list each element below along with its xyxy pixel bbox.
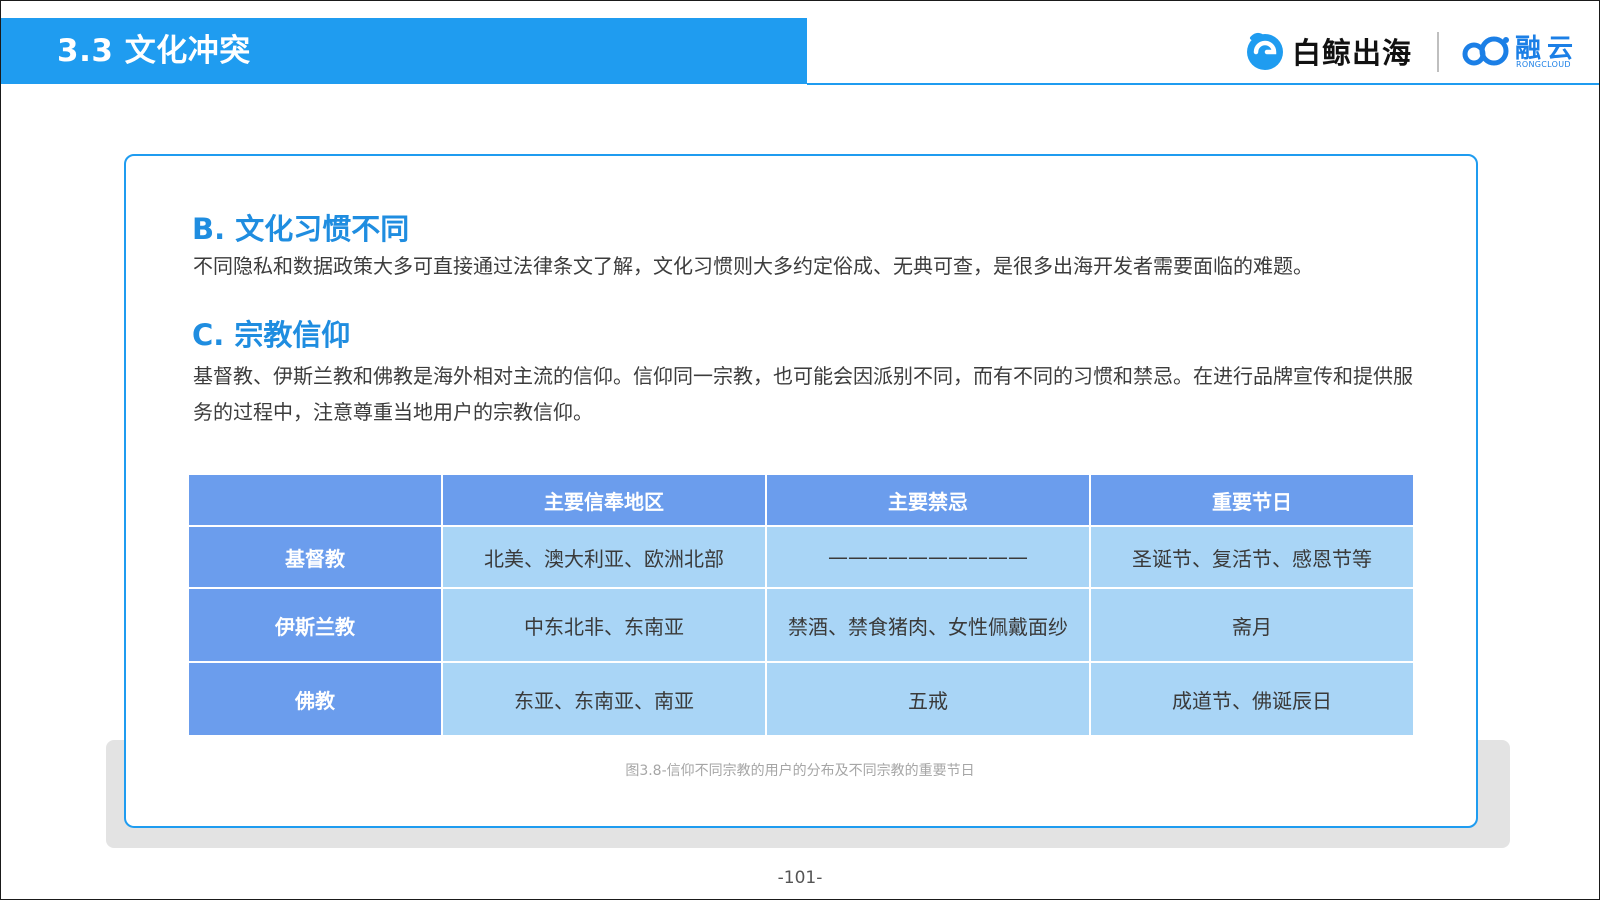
section-body-culture: 不同隐私和数据政策大多可直接通过法律条文了解，文化习惯则大多约定俗成、无典可查，… (193, 254, 1313, 278)
table-cell-regions: 中东北非、东南亚 (441, 587, 767, 663)
table-header-festivals: 重要节日 (1089, 473, 1415, 527)
page-number: -101- (777, 868, 823, 888)
table-header-row: 主要信奉地区 主要禁忌 重要节日 (187, 473, 1415, 527)
page-title: 3.3 文化冲突 (57, 33, 251, 69)
table-row: 基督教 北美、澳大利亚、欧洲北部 —————————— 圣诞节、复活节、感恩节等 (187, 525, 1415, 589)
table-cell-regions: 北美、澳大利亚、欧洲北部 (441, 525, 767, 589)
table-cell-taboos: 五戒 (765, 661, 1091, 737)
rongcloud-logo-icon (1462, 36, 1509, 66)
table-cell-taboos: 禁酒、禁食猪肉、女性佩戴面纱 (765, 587, 1091, 663)
table-header-taboos: 主要禁忌 (765, 473, 1091, 527)
table-cell-festivals: 斋月 (1089, 587, 1415, 663)
section-heading-culture: B. 文化习惯不同 (192, 212, 410, 246)
religion-name: 伊斯兰教 (187, 587, 443, 663)
baijing-logo: 白鲸出海 (1244, 28, 1412, 74)
religion-table: 主要信奉地区 主要禁忌 重要节日 基督教 北美、澳大利亚、欧洲北部 ——————… (187, 473, 1415, 737)
baijing-logo-text: 白鲸出海 (1292, 36, 1413, 70)
table-row: 伊斯兰教 中东北非、东南亚 禁酒、禁食猪肉、女性佩戴面纱 斋月 (187, 587, 1415, 663)
header-bar: 3.3 文化冲突 (1, 18, 807, 84)
table-cell-festivals: 圣诞节、复活节、感恩节等 (1089, 525, 1415, 589)
table-cell-regions: 东亚、东南亚、南亚 (441, 661, 767, 737)
section-heading-religion: C. 宗教信仰 (192, 318, 351, 352)
table-cell-taboos: —————————— (765, 525, 1091, 589)
logo-divider (1437, 32, 1439, 72)
rongcloud-logo-subtext: RONGCLOUD (1516, 60, 1571, 69)
header-underline (807, 83, 1599, 85)
religion-name: 基督教 (187, 525, 443, 589)
figure-caption: 图3.8-信仰不同宗教的用户的分布及不同宗教的重要节日 (625, 763, 975, 779)
religion-name: 佛教 (187, 661, 443, 737)
baijing-logo-icon (1247, 33, 1283, 70)
table-row: 佛教 东亚、东南亚、南亚 五戒 成道节、佛诞辰日 (187, 661, 1415, 737)
section-body-religion: 基督教、伊斯兰教和佛教是海外相对主流的信仰。信仰同一宗教，也可能会因派别不同，而… (193, 364, 1413, 424)
table-header-corner (187, 473, 443, 527)
table-header-regions: 主要信奉地区 (441, 473, 767, 527)
table-cell-festivals: 成道节、佛诞辰日 (1089, 661, 1415, 737)
